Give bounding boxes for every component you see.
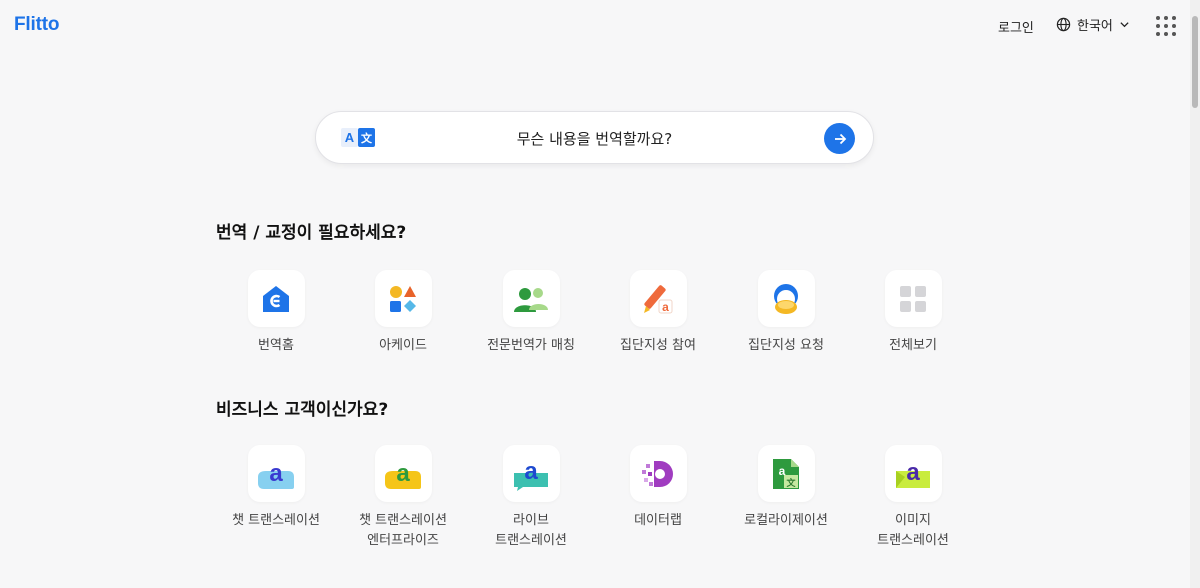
service-pro-translator[interactable]: 전문번역가 매칭 [467, 270, 595, 356]
svg-text:a: a [396, 460, 410, 487]
service-label: 집단지성 요청 [748, 338, 824, 353]
service-label: 챗 트랜스레이션 [232, 513, 320, 528]
service-label: 집단지성 참여 [620, 338, 696, 353]
section-title-translation: 번역 / 교정이 필요하세요? [216, 223, 407, 243]
service-localization[interactable]: a 文 로컬라이제이션 [722, 445, 850, 531]
chat-enterprise-icon: a [374, 445, 432, 502]
service-label: 번역홈 [258, 338, 294, 353]
service-label: 전문번역가 매칭 [487, 338, 575, 353]
svg-text:文: 文 [785, 477, 796, 489]
chevron-down-icon [1120, 22, 1129, 28]
globe-icon [1056, 17, 1071, 32]
chat-translation-icon: a [247, 445, 305, 502]
service-label: 챗 트랜스레이션 엔터프라이즈 [359, 513, 447, 548]
view-all-icon [884, 270, 942, 327]
service-translation-home[interactable]: 번역홈 [212, 270, 340, 356]
service-chat-enterprise[interactable]: a 챗 트랜스레이션 엔터프라이즈 [339, 445, 467, 551]
localization-icon: a 文 [757, 445, 815, 502]
crowd-request-icon [757, 270, 815, 327]
service-arcade[interactable]: 아케이드 [339, 270, 467, 356]
translation-search-box[interactable]: A 文 무슨 내용을 번역할까요? [315, 111, 874, 164]
top-bar: Flitto 로그인 한국어 [0, 0, 1190, 52]
service-view-all[interactable]: 전체보기 [849, 270, 977, 356]
language-selector[interactable]: 한국어 [1056, 15, 1130, 34]
svg-text:a: a [662, 300, 669, 314]
page-scrollbar[interactable] [1190, 0, 1200, 588]
flitto-logo[interactable]: Flitto [14, 14, 59, 36]
service-crowd-participate[interactable]: a 집단지성 참여 [594, 270, 722, 356]
service-datalab[interactable]: 데이터랩 [594, 445, 722, 531]
arrow-right-icon [834, 133, 846, 144]
service-label: 로컬라이제이션 [744, 513, 828, 528]
svg-text:a: a [269, 460, 283, 487]
arcade-icon [374, 270, 432, 327]
translation-home-icon [247, 270, 305, 327]
search-placeholder: 무슨 내용을 번역할까요? [516, 130, 673, 148]
svg-text:a: a [524, 458, 538, 485]
pro-translator-icon [502, 270, 560, 327]
section-title-business: 비즈니스 고객이신가요? [216, 400, 389, 420]
service-chat-translation[interactable]: a 챗 트랜스레이션 [212, 445, 340, 531]
scrollbar-thumb[interactable] [1192, 16, 1198, 108]
crowd-participate-icon: a [629, 270, 687, 327]
service-image-translation[interactable]: a 이미지 트랜스레이션 [849, 445, 977, 551]
service-crowd-request[interactable]: 집단지성 요청 [722, 270, 850, 356]
live-translation-icon: a [502, 445, 560, 502]
service-label: 데이터랩 [634, 513, 682, 528]
image-translation-icon: a [884, 445, 942, 502]
svg-text:a: a [906, 459, 920, 486]
service-label: 이미지 트랜스레이션 [877, 513, 949, 548]
business-services-row: a 챗 트랜스레이션 a 챗 트랜스레이션 엔터프라이즈 a 라이브 트랜스레이… [212, 445, 978, 565]
datalab-icon [629, 445, 687, 502]
login-link[interactable]: 로그인 [998, 17, 1034, 36]
service-label: 아케이드 [379, 338, 427, 353]
apps-grid-icon[interactable] [1155, 15, 1177, 37]
service-label: 라이브 트랜스레이션 [495, 513, 567, 548]
search-submit-button[interactable] [824, 123, 855, 154]
translation-services-row: 번역홈 아케이드 전문번역가 매칭 a 집단지성 참여 집단지성 요청 전체보기 [212, 270, 978, 390]
language-label: 한국어 [1077, 19, 1113, 34]
service-live-translation[interactable]: a 라이브 트랜스레이션 [467, 445, 595, 551]
service-label: 전체보기 [889, 338, 937, 353]
